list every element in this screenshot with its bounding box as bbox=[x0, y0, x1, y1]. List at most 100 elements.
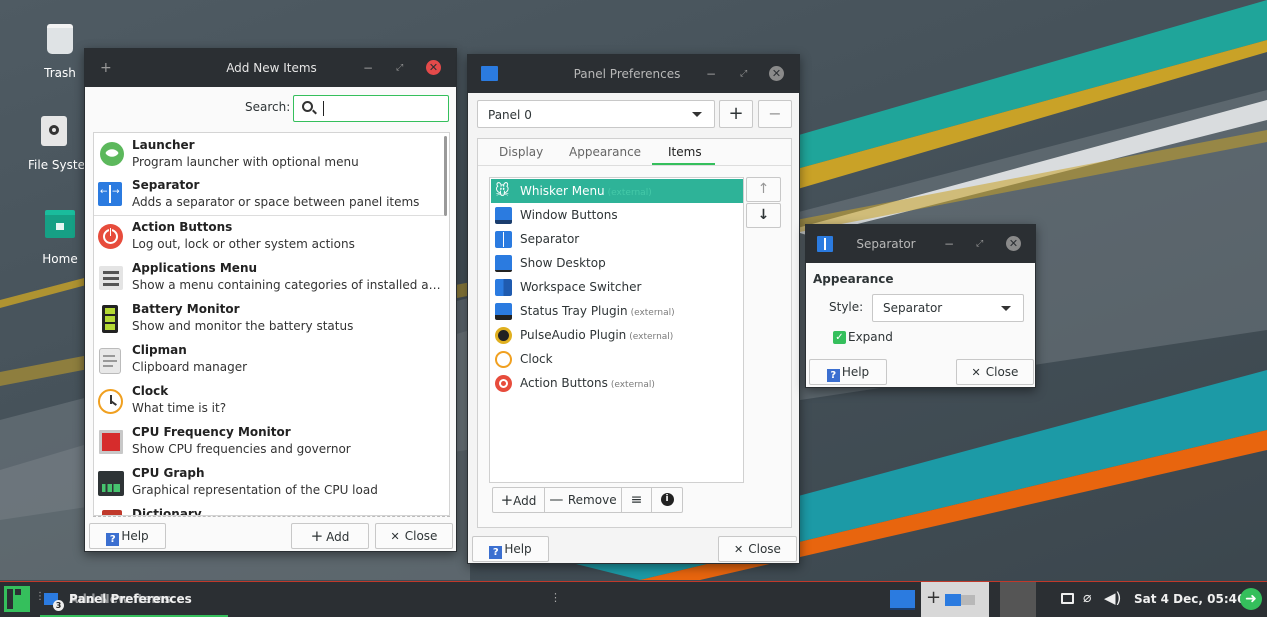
expand-checkbox[interactable]: ✓ bbox=[833, 331, 846, 344]
close-window-button[interactable]: ✕ bbox=[1006, 236, 1021, 251]
power-icon bbox=[98, 224, 123, 249]
separator-handle-icon: ⋮ bbox=[550, 591, 561, 604]
window-titlebar[interactable]: + Add New Items − ⤢ ✕ bbox=[85, 49, 456, 87]
panel-item-ext: (external) bbox=[630, 308, 675, 318]
list-item[interactable]: CPU Frequency Monitor Show CPU frequenci… bbox=[94, 422, 444, 463]
item-desc: Program launcher with optional menu bbox=[132, 155, 359, 169]
panel-item[interactable]: PulseAudio Plugin (external) bbox=[491, 323, 743, 347]
remove-item-button[interactable]: — Remove bbox=[545, 488, 622, 512]
manjaro-logo-icon bbox=[7, 589, 13, 609]
close-button[interactable]: ✕ Close bbox=[956, 359, 1034, 385]
close-button[interactable]: ✕ Close bbox=[718, 536, 797, 562]
text-cursor bbox=[323, 101, 324, 116]
list-item[interactable]: Clipman Clipboard manager bbox=[94, 340, 444, 381]
help-button[interactable]: ? Help bbox=[809, 359, 887, 385]
help-button[interactable]: ? Help bbox=[472, 536, 549, 562]
item-about-button[interactable]: i bbox=[652, 488, 682, 512]
list-bottom-edge bbox=[93, 516, 450, 517]
list-item[interactable]: Dictionary bbox=[94, 504, 444, 515]
panel-items-list[interactable]: 🐭 Whisker Menu (external) Window Buttons S… bbox=[489, 177, 744, 483]
desktop-icon-trash[interactable]: Trash bbox=[40, 24, 80, 86]
panel-item[interactable]: Workspace Switcher bbox=[491, 275, 743, 299]
drive-icon bbox=[41, 116, 67, 146]
panel-item[interactable]: Action Buttons (external) bbox=[491, 371, 743, 395]
list-item[interactable]: Launcher Program launcher with optional … bbox=[94, 133, 444, 174]
workspace-1[interactable]: + bbox=[921, 582, 989, 617]
desktop-icon-label: File System bbox=[28, 158, 84, 172]
logout-button[interactable]: ➜ bbox=[1240, 588, 1262, 610]
expand-label[interactable]: Expand bbox=[848, 330, 893, 344]
window-mini bbox=[945, 594, 961, 606]
list-item[interactable]: Action Buttons Log out, lock or other sy… bbox=[94, 217, 444, 258]
list-item[interactable]: Clock What time is it? bbox=[94, 381, 444, 422]
maximize-button[interactable]: ⤢ bbox=[396, 49, 403, 87]
panel-item-label: Whisker Menu bbox=[520, 184, 605, 198]
add-button[interactable]: + Add bbox=[291, 523, 369, 549]
panel-item[interactable]: Separator bbox=[491, 227, 743, 251]
style-select[interactable]: Separator bbox=[872, 294, 1024, 322]
minimize-button[interactable]: − bbox=[706, 55, 716, 93]
list-item[interactable]: ← → Separator Adds a separator or space b… bbox=[94, 174, 444, 215]
close-x-icon: ✕ bbox=[971, 366, 981, 379]
add-item-button[interactable]: +Add bbox=[493, 488, 545, 512]
chevron-down-icon bbox=[1001, 306, 1011, 311]
clock-datetime[interactable]: Sat 4 Dec, 05:46 bbox=[1134, 592, 1245, 606]
graph-icon bbox=[98, 471, 124, 496]
window-titlebar[interactable]: Separator − ⤢ ✕ bbox=[806, 225, 1035, 263]
desktop-icon-label: Trash bbox=[44, 66, 76, 80]
close-window-button[interactable]: ✕ bbox=[426, 60, 441, 75]
search-input[interactable] bbox=[293, 95, 449, 122]
panel-select[interactable]: Panel 0 bbox=[477, 100, 715, 128]
volume-icon[interactable]: ◀) bbox=[1104, 589, 1121, 607]
tab-display[interactable]: Display bbox=[499, 145, 543, 159]
tab-items[interactable]: Items bbox=[668, 145, 702, 159]
maximize-button[interactable]: ⤢ bbox=[976, 225, 983, 263]
help-icon: ? bbox=[106, 533, 120, 546]
show-desktop-button[interactable] bbox=[890, 590, 915, 610]
section-heading: Appearance bbox=[813, 272, 894, 286]
list-icon: ≡ bbox=[630, 492, 643, 508]
move-down-button[interactable]: ↓ bbox=[746, 203, 781, 228]
list-item[interactable]: CPU Graph Graphical representation of th… bbox=[94, 463, 444, 504]
help-button[interactable]: ? Help bbox=[89, 523, 166, 549]
desktop-icon-home[interactable]: Home bbox=[40, 210, 80, 272]
panel-item[interactable]: Window Buttons bbox=[491, 203, 743, 227]
tab-appearance[interactable]: Appearance bbox=[569, 145, 641, 159]
plus-icon: + bbox=[500, 491, 514, 509]
plugin-list[interactable]: Launcher Program launcher with optional … bbox=[93, 132, 450, 516]
list-item[interactable]: Battery Monitor Show and monitor the bat… bbox=[94, 299, 444, 340]
desktop-icon-label: Home bbox=[42, 252, 78, 266]
panel-select-value: Panel 0 bbox=[488, 108, 532, 122]
window-titlebar[interactable]: Panel Preferences − ⤢ ✕ bbox=[468, 55, 799, 93]
remove-panel-button[interactable]: − bbox=[758, 100, 792, 128]
close-window-button[interactable]: ✕ bbox=[769, 66, 784, 81]
tray-window-icon[interactable] bbox=[1061, 593, 1074, 604]
panel-item-selected[interactable]: 🐭 Whisker Menu (external) bbox=[491, 179, 743, 203]
workspace-2[interactable] bbox=[1000, 582, 1036, 617]
minimize-button[interactable]: − bbox=[363, 49, 373, 87]
panel-item-label: Clock bbox=[520, 352, 553, 366]
status-tray-icon bbox=[495, 303, 512, 320]
move-up-button[interactable]: ↑ bbox=[746, 177, 781, 202]
paperclip-icon[interactable]: ⌀ bbox=[1083, 590, 1091, 606]
maximize-button[interactable]: ⤢ bbox=[740, 55, 747, 93]
desktop-icon-file-system[interactable]: File System bbox=[22, 116, 86, 178]
panel-item[interactable]: Show Desktop bbox=[491, 251, 743, 275]
panel-item[interactable]: Status Tray Plugin (external) bbox=[491, 299, 743, 323]
search-icon-handle bbox=[312, 109, 317, 115]
panel-item-ext: (external) bbox=[610, 380, 655, 390]
task-label-overlap: Add New Items bbox=[69, 592, 172, 606]
item-title: Separator bbox=[132, 178, 200, 192]
item-properties-button[interactable]: ≡ bbox=[622, 488, 652, 512]
add-label: Add bbox=[326, 530, 350, 544]
logo-bar bbox=[15, 595, 27, 609]
task-button[interactable]: 3 Panel Preferences Add New Items bbox=[40, 582, 228, 617]
add-panel-button[interactable]: + bbox=[719, 100, 753, 128]
item-desc: Show and monitor the battery status bbox=[132, 319, 354, 333]
close-button[interactable]: ✕ Close bbox=[375, 523, 453, 549]
list-item[interactable]: Applications Menu Show a menu containing… bbox=[94, 258, 448, 299]
minimize-button[interactable]: − bbox=[944, 225, 954, 263]
panel-item[interactable]: Clock bbox=[491, 347, 743, 371]
workspace-switcher[interactable]: + bbox=[921, 582, 1036, 617]
whisker-menu-button[interactable] bbox=[4, 586, 30, 612]
